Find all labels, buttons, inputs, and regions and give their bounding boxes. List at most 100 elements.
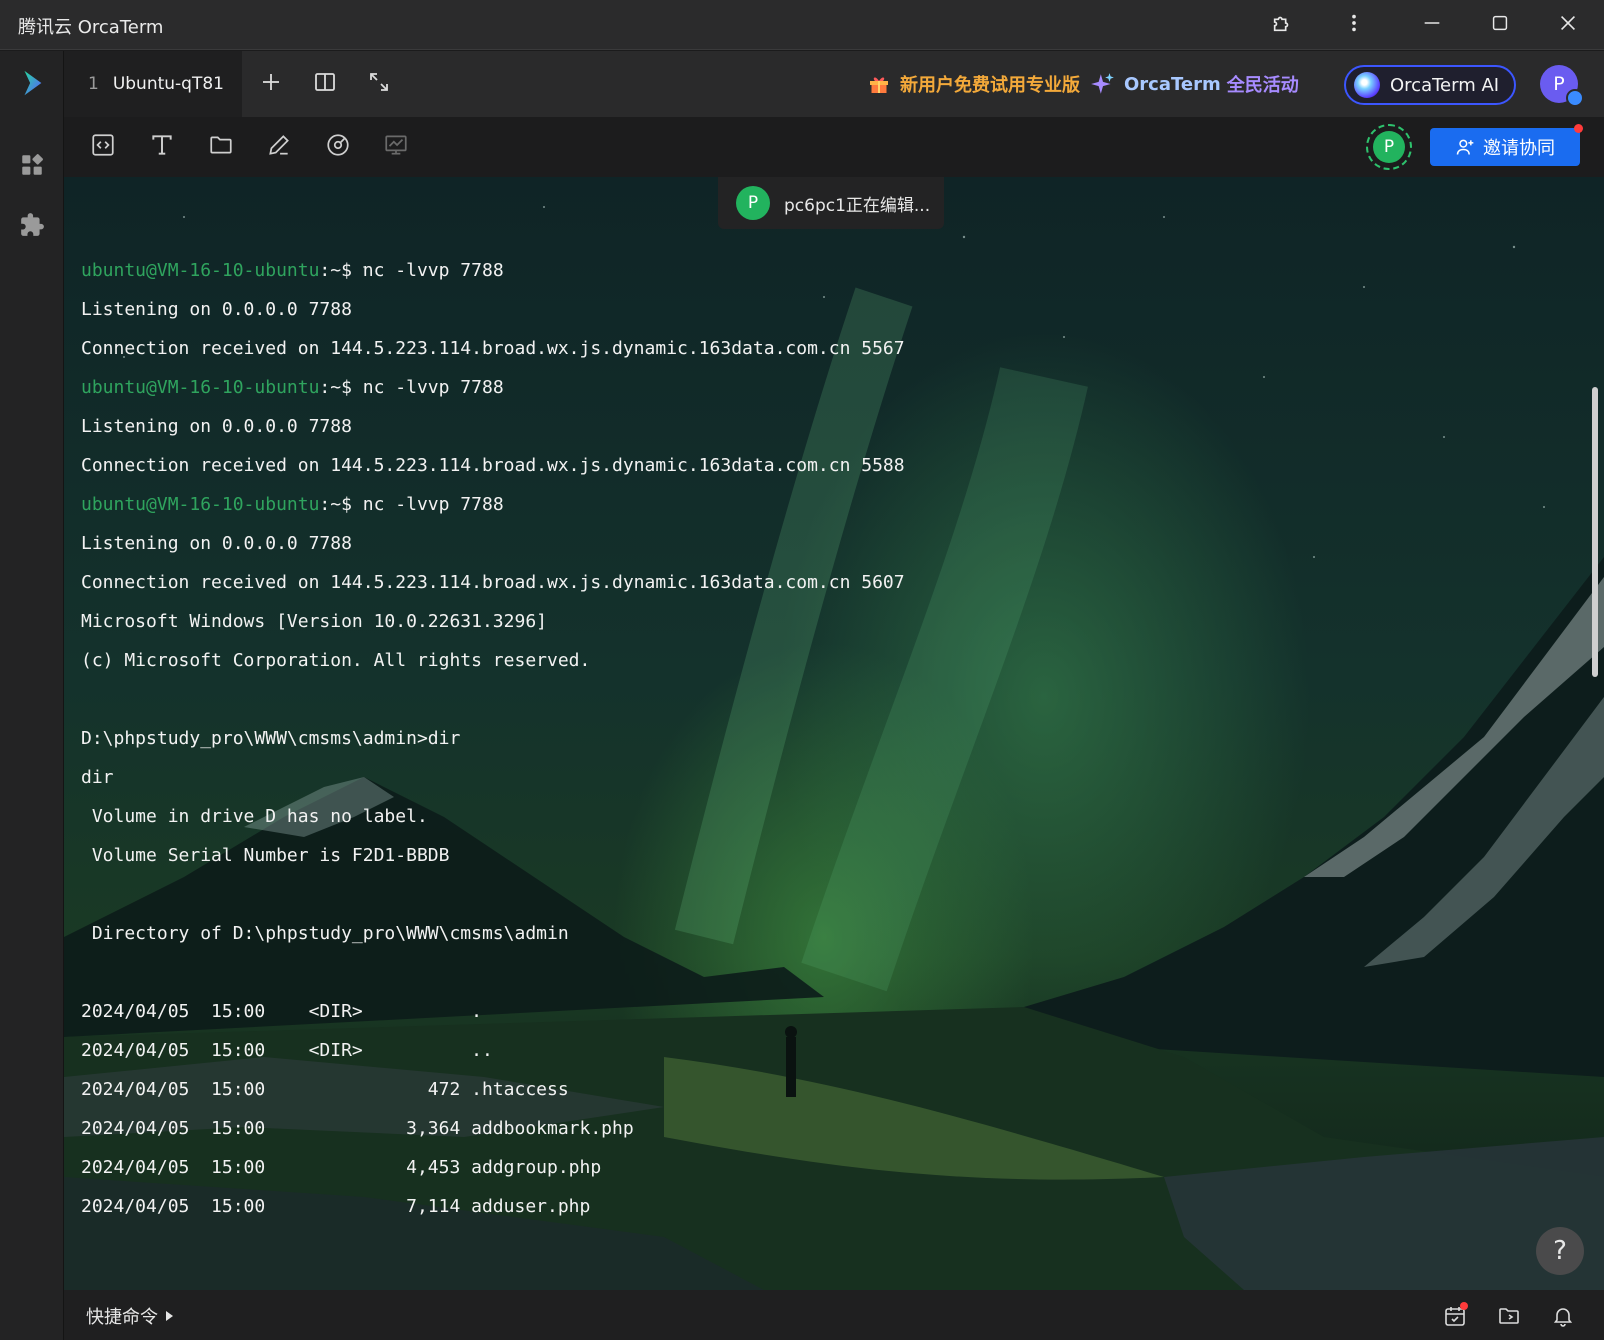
code-tool[interactable] — [86, 130, 120, 164]
minimize-button[interactable] — [1414, 8, 1450, 42]
chart-tool[interactable] — [379, 130, 413, 164]
code-icon — [90, 132, 116, 162]
terminal-line: 2024/04/05 15:00 3,364 addbookmark.php — [81, 1118, 634, 1139]
prompt-command: :~$ nc -lvvp 7788 — [319, 260, 504, 281]
left-rail — [0, 51, 64, 1340]
terminal-line: Connection received on 144.5.223.114.bro… — [81, 338, 905, 359]
caret-right-icon — [166, 1311, 173, 1321]
free-trial-label: 新用户免费试用专业版 — [900, 75, 1080, 96]
add-tab-icon — [259, 70, 283, 98]
app-logo-icon[interactable] — [16, 67, 48, 99]
folder-icon — [208, 132, 234, 162]
terminal-line: Volume Serial Number is F2D1-BBDB — [81, 845, 450, 866]
orcaterm-ai-label: OrcaTerm AI — [1390, 74, 1500, 96]
quick-commands-label: 快捷命令 — [86, 1307, 158, 1328]
event-brand: OrcaTerm — [1124, 73, 1221, 95]
folder-sync-icon — [1497, 1304, 1521, 1328]
terminal-line: 2024/04/05 15:00 472 .htaccess — [81, 1079, 569, 1100]
terminal-pane[interactable]: P pc6pc1正在编辑... ubuntu@VM-16-10-ubuntu:~… — [64, 177, 1604, 1290]
free-trial-promo[interactable]: 新用户免费试用专业版 — [864, 69, 1080, 99]
tab-bar: 1 Ubuntu-qT81 新用户免费试用专业版 OrcaTerm 全民活动 O… — [64, 51, 1604, 117]
expand-icon — [367, 70, 391, 98]
ai-orb-icon — [1354, 72, 1380, 98]
invite-collaborate-button[interactable]: 邀请协同 — [1430, 124, 1583, 166]
tab-ubuntu[interactable]: 1 Ubuntu-qT81 — [64, 51, 242, 117]
calendar-notification-dot — [1460, 1302, 1468, 1310]
avatar-badge-icon — [1566, 89, 1584, 107]
maximize-button[interactable] — [1482, 8, 1518, 42]
extension-icon — [1271, 12, 1293, 38]
sparkle-icon — [1088, 69, 1118, 99]
event-promo[interactable]: OrcaTerm 全民活动 — [1088, 69, 1299, 99]
maximize-icon — [1489, 12, 1511, 38]
extension-button[interactable] — [1264, 8, 1300, 42]
close-button[interactable] — [1550, 8, 1586, 42]
text-tool[interactable] — [145, 130, 179, 164]
minimize-icon — [1421, 12, 1443, 38]
split-view-button[interactable] — [308, 67, 342, 101]
tab-index: 1 — [88, 74, 99, 94]
collaborator-avatar[interactable]: P — [1366, 124, 1412, 170]
plugin-icon[interactable] — [16, 209, 48, 241]
monitor-icon — [325, 132, 351, 162]
terminal-line: Listening on 0.0.0.0 7788 — [81, 416, 352, 437]
prompt-command: :~$ nc -lvvp 7788 — [319, 494, 504, 515]
status-bar: 快捷命令 — [64, 1290, 1604, 1340]
prompt-command: :~$ nc -lvvp 7788 — [319, 377, 504, 398]
terminal-line: ubuntu@VM-16-10-ubuntu:~$ nc -lvvp 7788 — [81, 368, 905, 407]
terminal-line: Volume in drive D has no label. — [81, 806, 428, 827]
quick-commands-button[interactable]: 快捷命令 — [86, 1303, 173, 1329]
terminal-line: Listening on 0.0.0.0 7788 — [81, 299, 352, 320]
collaborator-letter: P — [1373, 131, 1405, 163]
file-tool[interactable] — [204, 130, 238, 164]
add-tab-button[interactable] — [254, 67, 288, 101]
calendar-button[interactable] — [1440, 1301, 1470, 1331]
expand-button[interactable] — [362, 67, 396, 101]
terminal-line: 2024/04/05 15:00 7,114 adduser.php — [81, 1196, 591, 1217]
help-button[interactable]: ? — [1536, 1227, 1584, 1275]
user-avatar-letter: P — [1553, 73, 1565, 95]
split-view-icon — [313, 70, 337, 98]
text-icon — [149, 132, 175, 162]
prompt-user-host: ubuntu@VM-16-10-ubuntu — [81, 377, 320, 398]
bell-icon — [1551, 1304, 1575, 1328]
close-icon — [1557, 12, 1579, 38]
window-title: 腾讯云 OrcaTerm — [18, 17, 164, 38]
terminal-line: dir — [81, 767, 114, 788]
monitor-tool[interactable] — [321, 130, 355, 164]
title-bar: 腾讯云 OrcaTerm — [0, 0, 1604, 50]
terminal-line: D:\phpstudy_pro\WWW\cmsms\admin>dir — [81, 728, 461, 749]
gift-icon — [864, 69, 894, 99]
terminal-line: Listening on 0.0.0.0 7788 — [81, 533, 352, 554]
terminal-line: ubuntu@VM-16-10-ubuntu:~$ nc -lvvp 7788 — [81, 251, 905, 290]
edit-icon — [266, 132, 292, 162]
prompt-user-host: ubuntu@VM-16-10-ubuntu — [81, 260, 320, 281]
orcaterm-ai-button[interactable]: OrcaTerm AI — [1344, 65, 1516, 105]
terminal-line: 2024/04/05 15:00 <DIR> . — [81, 1001, 482, 1022]
user-avatar[interactable]: P — [1540, 65, 1584, 107]
editing-indicator: P pc6pc1正在编辑... — [718, 177, 944, 229]
event-label: 全民活动 — [1226, 75, 1299, 96]
terminal-line: ubuntu@VM-16-10-ubuntu:~$ nc -lvvp 7788 — [81, 485, 905, 524]
tab-label: Ubuntu-qT81 — [112, 74, 224, 94]
add-user-icon — [1455, 137, 1475, 157]
terminal-line: Connection received on 144.5.223.114.bro… — [81, 455, 905, 476]
editor-avatar: P — [736, 186, 770, 220]
toolbar: P 邀请协同 — [64, 117, 1604, 177]
notifications-button[interactable] — [1548, 1301, 1578, 1331]
terminal-scrollbar[interactable] — [1592, 387, 1598, 677]
apps-grid-icon[interactable] — [16, 149, 48, 181]
terminal-output[interactable]: ubuntu@VM-16-10-ubuntu:~$ nc -lvvp 7788 L… — [81, 251, 905, 1226]
more-vertical-icon — [1343, 12, 1365, 38]
terminal-line: (c) Microsoft Corporation. All rights re… — [81, 650, 591, 671]
terminal-line: Microsoft Windows [Version 10.0.22631.32… — [81, 611, 547, 632]
notification-dot — [1574, 124, 1583, 133]
more-menu-button[interactable] — [1336, 8, 1372, 42]
folder-sync-button[interactable] — [1494, 1301, 1524, 1331]
terminal-line: Directory of D:\phpstudy_pro\WWW\cmsms\a… — [81, 923, 569, 944]
edit-tool[interactable] — [262, 130, 296, 164]
terminal-line: 2024/04/05 15:00 <DIR> .. — [81, 1040, 493, 1061]
